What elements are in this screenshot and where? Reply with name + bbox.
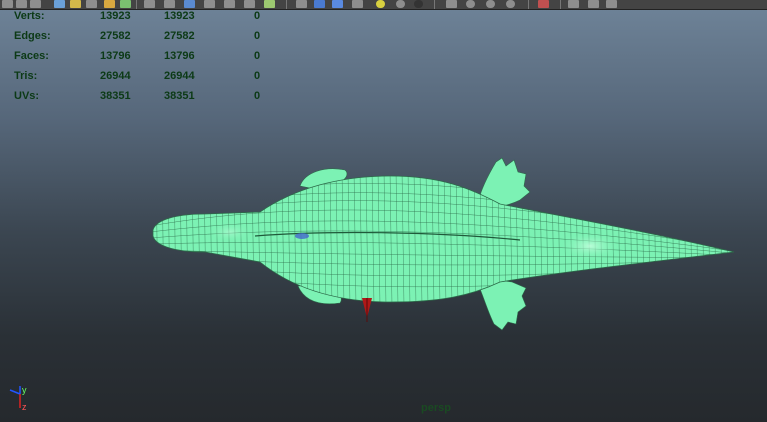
- axis-gizmo: y z: [9, 385, 27, 412]
- axis-z-label: z: [22, 402, 27, 412]
- wire-edge: [725, 176, 729, 302]
- wire-edge: [689, 176, 693, 302]
- crocodile-wireframe-model[interactable]: [0, 0, 767, 422]
- 3d-viewport[interactable]: Verts: 13923 13923 0 Edges: 27582 27582 …: [0, 0, 767, 422]
- crocodile-body: [152, 175, 735, 303]
- wire-edge: [683, 176, 687, 302]
- wire-edge: [707, 176, 711, 302]
- wire-edge: [731, 176, 734, 302]
- wire-edge: [713, 176, 717, 302]
- axis-y-label: y: [22, 385, 27, 395]
- camera-name-label: persp: [421, 402, 451, 414]
- pivot-marker: [362, 298, 372, 322]
- wire-edge: [719, 176, 723, 302]
- wire-edge: [677, 176, 681, 302]
- wire-edge: [701, 176, 705, 302]
- wire-edge: [695, 176, 699, 302]
